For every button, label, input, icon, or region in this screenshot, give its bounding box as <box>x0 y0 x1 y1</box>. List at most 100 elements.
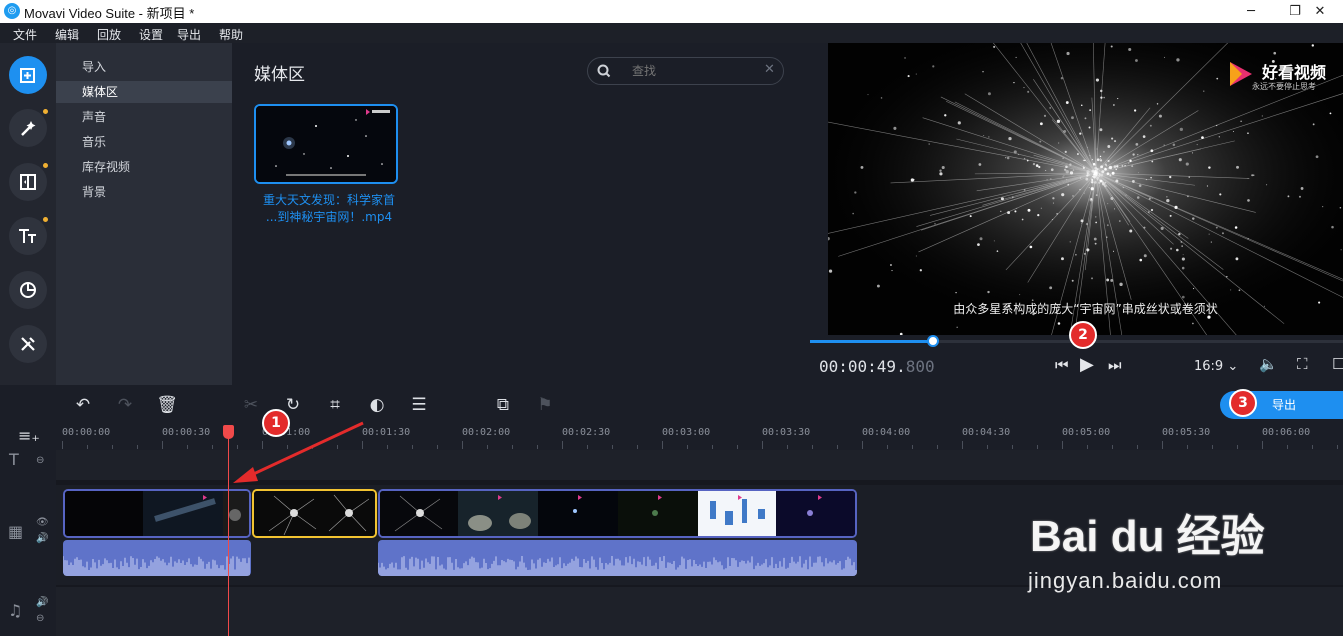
video-preview[interactable]: 好看视频 永远不要停止思考 由众多星系构成的庞大“宇宙网”串成丝状或卷须状 <box>828 43 1343 335</box>
ruler-tick <box>787 445 788 449</box>
transition-icon[interactable] <box>9 163 47 201</box>
ruler-tick <box>912 445 913 449</box>
ruler-tick <box>637 445 638 449</box>
menu-edit[interactable]: 编辑 <box>55 26 79 43</box>
minimize-button[interactable]: ─ <box>1228 0 1274 23</box>
ruler-tick-label: 00:03:00 <box>662 427 711 438</box>
ruler-tick <box>1237 445 1238 449</box>
ruler-tick <box>862 441 863 449</box>
ruler-tick <box>687 445 688 449</box>
audio-waveform-2[interactable] <box>378 540 857 576</box>
ruler-tick <box>462 441 463 449</box>
menu-file[interactable]: 文件 <box>13 26 37 43</box>
ruler-tick-label: 00:04:30 <box>962 427 1011 438</box>
add-track-icon[interactable]: ≡₊ <box>18 426 40 445</box>
ruler-tick <box>1087 445 1088 449</box>
clip-properties-icon[interactable]: ☰ <box>407 393 431 417</box>
playback-progress-handle[interactable] <box>926 335 939 347</box>
stickers-icon[interactable] <box>9 271 47 309</box>
ruler-tick <box>712 445 713 449</box>
crop-icon[interactable]: ⌗ <box>323 393 347 417</box>
marker-flag-icon[interactable]: ⚑ <box>533 393 557 417</box>
link-icon[interactable]: ⊖ <box>36 613 44 624</box>
media-file-name[interactable]: 重大天文发现：科学家首 ...到神秘宇宙网！.mp4 <box>254 192 404 226</box>
fullscreen-icon[interactable]: ⛶ <box>1297 355 1308 373</box>
menu-settings[interactable]: 设置 <box>139 26 163 43</box>
ruler-tick <box>112 445 113 449</box>
window-title: Movavi Video Suite - 新项目 * <box>24 6 195 21</box>
magic-wand-icon[interactable] <box>9 109 47 147</box>
ruler-tick <box>437 445 438 449</box>
clear-search-icon[interactable]: ✕ <box>764 62 775 77</box>
video-clip-2-selected[interactable] <box>252 489 377 538</box>
delete-icon[interactable]: 🗑 <box>155 393 179 417</box>
mute-speaker-icon[interactable]: 🔊 <box>36 533 48 544</box>
ruler-tick <box>1162 441 1163 449</box>
video-clip-1[interactable] <box>63 489 251 538</box>
menu-export[interactable]: 导出 <box>177 26 201 43</box>
annotation-badge-2: 2 <box>1069 321 1097 349</box>
video-track-icon: ▦ <box>8 522 24 541</box>
category-media-bin[interactable]: 媒体区 <box>56 81 232 103</box>
ruler-tick <box>1312 445 1313 449</box>
ruler-tick-label: 00:06:00 <box>1262 427 1311 438</box>
baidu-watermark: Bai du 经验 jingyan.baidu.com <box>1020 470 1320 610</box>
next-frame-icon[interactable]: ⏭ <box>1108 356 1122 374</box>
menu-bar: 文件 编辑 回放 设置 导出 帮助 <box>0 23 1343 43</box>
new-badge-dot <box>43 163 48 168</box>
link-icon[interactable]: ⊖ <box>36 455 44 466</box>
media-category-list: 导入 媒体区 声音 音乐 库存视频 背景 <box>56 43 232 385</box>
category-stock-video[interactable]: 库存视频 <box>56 156 232 178</box>
visibility-eye-icon[interactable]: 👁 <box>36 517 49 528</box>
search-icon <box>597 64 611 78</box>
aspect-ratio-select[interactable]: 16:9 ⌄ <box>1194 359 1238 374</box>
color-adjust-icon[interactable]: ◐ <box>365 393 389 417</box>
music-track-icon: ♫ <box>8 601 23 620</box>
ruler-tick <box>1262 441 1263 449</box>
ruler-tick <box>1037 445 1038 449</box>
title-bar: ◎ Movavi Video Suite - 新项目 * ─ ❐ ✕ <box>0 0 1343 23</box>
redo-icon[interactable]: ↷ <box>113 393 137 417</box>
annotation-badge-1: 1 <box>262 409 290 437</box>
ruler-tick-label: 00:03:30 <box>762 427 811 438</box>
detach-preview-icon[interactable]: ☐ <box>1332 355 1343 373</box>
ruler-tick <box>512 445 513 449</box>
close-button[interactable]: ✕ <box>1297 0 1343 23</box>
category-backgrounds[interactable]: 背景 <box>56 181 232 203</box>
play-icon[interactable]: ▶ <box>1080 354 1094 375</box>
ruler-tick <box>162 441 163 449</box>
timeline-toolbar: ↶ ↷ 🗑 ✂ ↻ ⌗ ◐ ☰ ⧉ ⚑ 导出 <box>0 385 1343 425</box>
category-music[interactable]: 音乐 <box>56 131 232 153</box>
video-clip-3[interactable] <box>378 489 857 538</box>
media-thumbnail[interactable] <box>254 104 398 184</box>
ruler-tick <box>387 445 388 449</box>
undo-icon[interactable]: ↶ <box>71 393 95 417</box>
category-sound[interactable]: 声音 <box>56 106 232 128</box>
category-import[interactable]: 导入 <box>56 56 232 78</box>
video-subtitle: 由众多星系构成的庞大“宇宙网”串成丝状或卷须状 <box>953 302 1218 316</box>
mute-speaker-icon[interactable]: 🔊 <box>36 597 48 608</box>
ruler-tick <box>937 445 938 449</box>
ruler-tick-label: 00:00:30 <box>162 427 211 438</box>
ruler-tick <box>62 441 63 449</box>
video-stabilize-icon[interactable]: ⧉ <box>491 393 515 417</box>
app-logo-icon: ◎ <box>4 3 20 19</box>
ruler-tick <box>962 441 963 449</box>
titles-icon[interactable] <box>9 217 47 255</box>
audio-waveform-1[interactable] <box>63 540 251 576</box>
watermark-url: jingyan.baidu.com <box>1028 568 1223 593</box>
ruler-tick <box>537 445 538 449</box>
menu-playback[interactable]: 回放 <box>97 26 121 43</box>
tools-icon[interactable] <box>9 325 47 363</box>
import-icon[interactable] <box>9 56 47 94</box>
ruler-tick <box>412 445 413 449</box>
ruler-tick <box>1212 445 1213 449</box>
playback-time: 00:00:49.800 <box>819 357 935 376</box>
search-input[interactable] <box>632 63 752 79</box>
volume-icon[interactable]: 🔈 <box>1259 355 1278 373</box>
annotation-badge-3: 3 <box>1229 389 1257 417</box>
previous-frame-icon[interactable]: ⏮ <box>1055 356 1069 374</box>
ruler-tick-label: 00:05:30 <box>1162 427 1211 438</box>
menu-help[interactable]: 帮助 <box>219 26 243 43</box>
cut-icon[interactable]: ✂ <box>239 393 263 417</box>
